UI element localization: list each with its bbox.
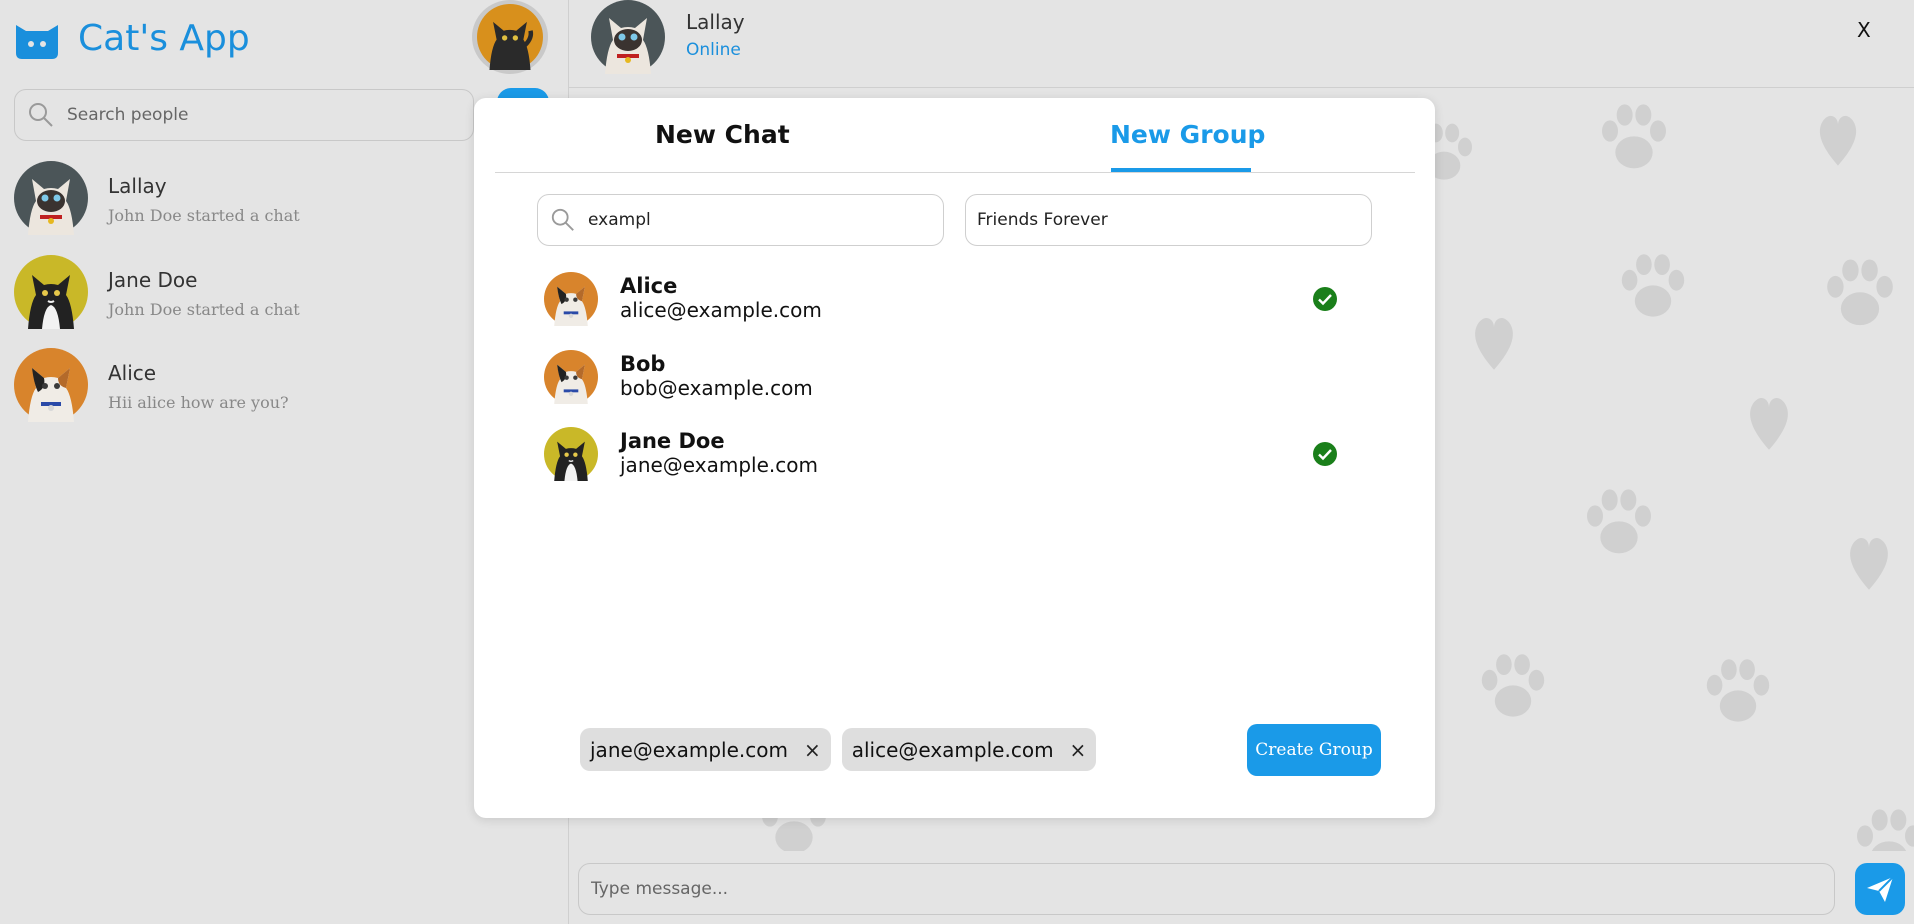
check-circle-icon (1313, 442, 1337, 466)
member-chip: jane@example.com × (580, 728, 831, 771)
send-button[interactable] (1855, 863, 1905, 915)
active-tab-indicator (1111, 168, 1251, 172)
contact-name: Alice (108, 361, 157, 385)
create-group-button[interactable]: Create Group (1247, 724, 1381, 776)
user-search-input[interactable] (588, 210, 928, 230)
avatar (14, 348, 88, 422)
avatar-image (476, 4, 544, 70)
people-search (14, 89, 474, 141)
paw-pattern-icon (1819, 254, 1901, 336)
chat-contact-status: Online (686, 40, 741, 60)
avatar (544, 350, 598, 404)
avatar (14, 161, 88, 235)
paw-pattern-icon (1474, 649, 1552, 727)
contact-name: Jane Doe (108, 268, 198, 292)
user-name: Jane Doe (620, 429, 725, 453)
chat-contact-name: Lallay (686, 10, 745, 34)
user-email: jane@example.com (620, 453, 818, 477)
check-circle-icon (1313, 287, 1337, 311)
avatar (544, 427, 598, 481)
user-row-alice[interactable]: Alice alice@example.com (544, 272, 1374, 332)
chat-header: Lallay Online X (569, 0, 1914, 88)
group-name-input[interactable] (965, 194, 1372, 246)
tab-new-chat[interactable]: New Chat (655, 120, 790, 149)
remove-chip-button[interactable]: × (1070, 738, 1087, 762)
message-input[interactable] (591, 879, 1791, 899)
cat-logo-icon (16, 24, 58, 59)
contact-item-jane-doe[interactable]: Jane Doe John Doe started a chat (14, 255, 300, 329)
contact-last-message: John Doe started a chat (108, 300, 300, 319)
user-row-bob[interactable]: Bob bob@example.com (544, 350, 1374, 410)
chip-label: alice@example.com (851, 737, 1054, 762)
contact-last-message: John Doe started a chat (108, 206, 300, 225)
send-icon (1867, 876, 1894, 902)
paw-pattern-icon (1594, 99, 1674, 179)
user-name: Alice (620, 274, 678, 298)
contact-last-message: Hii alice how are you? (108, 393, 289, 412)
contact-item-lallay[interactable]: Lallay John Doe started a chat (14, 161, 300, 235)
user-email: bob@example.com (620, 376, 813, 400)
user-name: Bob (620, 352, 666, 376)
member-chip: alice@example.com × (841, 728, 1097, 771)
chip-label: jane@example.com (590, 737, 788, 762)
search-icon (29, 103, 53, 127)
app-title: Cat's App (78, 18, 250, 59)
selected-members: jane@example.com × alice@example.com × (580, 728, 1097, 771)
search-input[interactable] (67, 105, 447, 125)
heart-pattern-icon (1814, 107, 1862, 169)
heart-pattern-icon (1744, 389, 1794, 453)
contact-item-alice[interactable]: Alice Hii alice how are you? (14, 348, 289, 422)
avatar (544, 272, 598, 326)
paw-pattern-icon (1579, 484, 1659, 564)
paw-pattern-icon (1614, 249, 1692, 327)
paw-pattern-icon (1699, 654, 1777, 732)
paw-pattern-icon (1849, 804, 1914, 851)
current-user-avatar[interactable] (472, 0, 548, 74)
search-icon (551, 208, 574, 231)
brand: Cat's App (14, 18, 250, 59)
heart-pattern-icon (1469, 309, 1519, 373)
user-email: alice@example.com (620, 298, 822, 322)
remove-chip-button[interactable]: × (804, 738, 821, 762)
dialog-tabs: New Chat New Group (495, 98, 1415, 173)
contact-name: Lallay (108, 174, 167, 198)
new-group-dialog: New Chat New Group Alice alice@example.c… (474, 98, 1435, 818)
close-chat-button[interactable]: X (1857, 18, 1871, 42)
message-composer (578, 863, 1835, 915)
user-row-jane-doe[interactable]: Jane Doe jane@example.com (544, 427, 1374, 487)
user-search (537, 194, 944, 246)
avatar (14, 255, 88, 329)
heart-pattern-icon (1844, 529, 1894, 593)
chat-contact-avatar (591, 0, 665, 74)
tab-new-group[interactable]: New Group (1110, 120, 1265, 149)
